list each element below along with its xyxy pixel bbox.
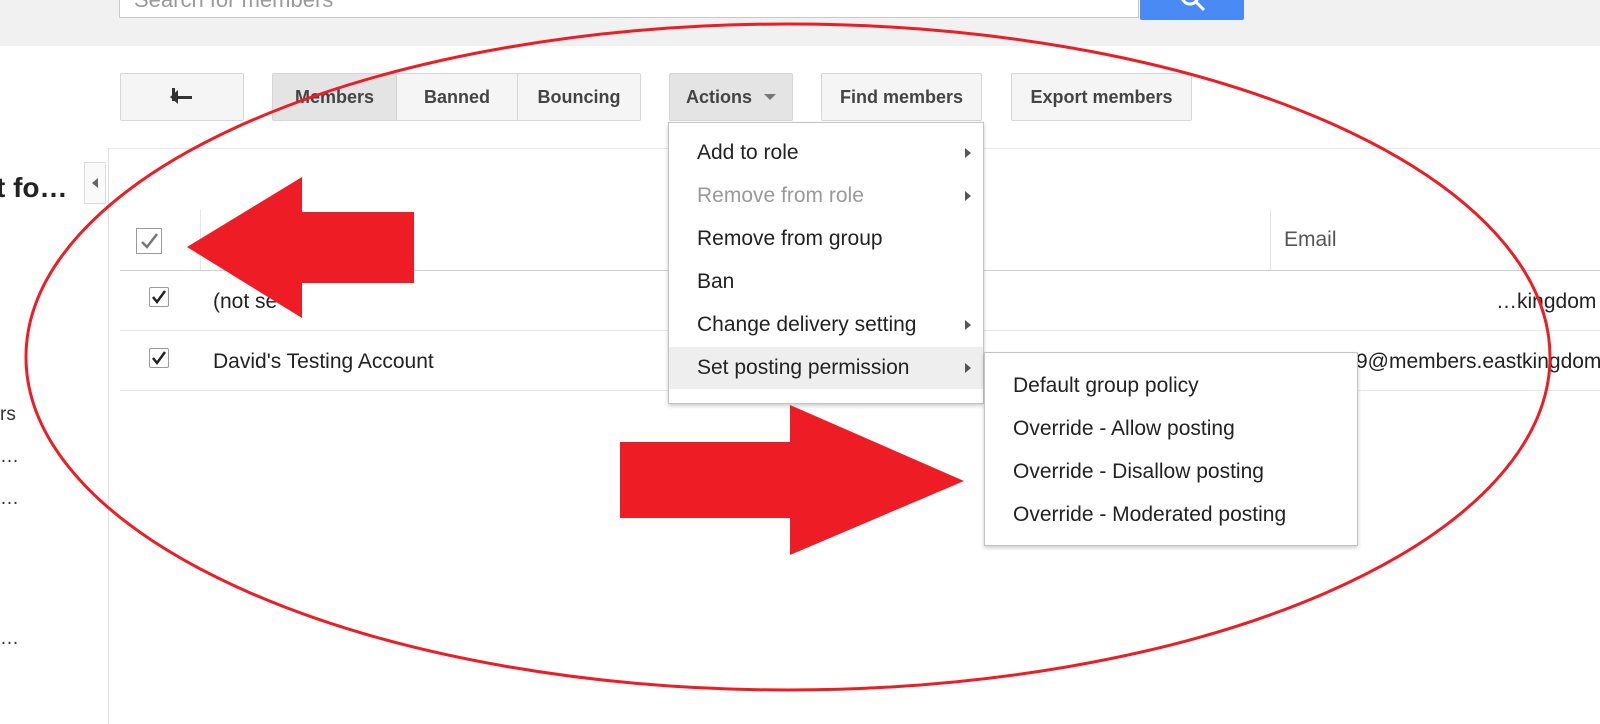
menu-item-label: Add to role <box>697 141 799 164</box>
menu-item-ban[interactable]: Ban <box>669 261 983 303</box>
tab-members[interactable]: Members <box>272 73 396 121</box>
left-panel-item[interactable]: … <box>0 628 19 650</box>
left-panel-item[interactable]: … <box>0 488 19 510</box>
menu-item-remove-from-role: Remove from role <box>669 175 983 217</box>
annotation-arrow-right <box>620 405 964 555</box>
submenu-arrow-icon <box>965 363 971 373</box>
back-arrow-icon <box>170 88 192 104</box>
menu-item-change-delivery-setting[interactable]: Change delivery setting <box>669 304 983 346</box>
left-panel-item[interactable]: rs <box>0 404 16 426</box>
tab-bouncing[interactable]: Bouncing <box>517 73 641 121</box>
posting-permission-submenu: Default group policy Override - Allow po… <box>984 352 1358 546</box>
menu-item-label: Ban <box>697 270 735 293</box>
select-all-checkbox[interactable] <box>136 228 162 254</box>
submenu-item-moderated-posting[interactable]: Override - Moderated posting <box>985 494 1357 536</box>
page: Search for members Members Banned Bounci… <box>0 0 1600 724</box>
export-members-button[interactable]: Export members <box>1011 73 1192 121</box>
member-email: …kingdom <box>1496 290 1597 313</box>
menu-item-label: Remove from group <box>697 227 883 250</box>
left-panel-item[interactable]: … <box>0 446 19 468</box>
column-divider <box>1270 210 1271 270</box>
left-panel-title: t fo… <box>0 172 68 203</box>
collapse-panel-button[interactable] <box>84 162 106 204</box>
actions-menu: Add to role Remove from role Remove from… <box>668 122 984 404</box>
submenu-arrow-icon <box>965 148 971 158</box>
check-icon <box>141 233 158 249</box>
check-icon <box>152 351 167 366</box>
column-divider <box>200 210 201 270</box>
search-input[interactable]: Search for members <box>119 0 1139 18</box>
find-members-button[interactable]: Find members <box>821 73 982 121</box>
column-header-email[interactable]: Email <box>1284 228 1337 252</box>
actions-label: Actions <box>685 86 752 107</box>
submenu-item-allow-posting[interactable]: Override - Allow posting <box>985 408 1357 450</box>
submenu-arrow-icon <box>965 320 971 330</box>
menu-item-label: Change delivery setting <box>697 313 917 336</box>
chevron-left-icon <box>92 178 98 188</box>
back-button[interactable] <box>120 73 244 121</box>
row-checkbox[interactable] <box>149 348 169 368</box>
submenu-arrow-icon <box>965 191 971 201</box>
tab-banned[interactable]: Banned <box>396 73 517 121</box>
menu-item-label: Remove from role <box>697 184 864 207</box>
menu-item-set-posting-permission[interactable]: Set posting permission <box>669 347 983 389</box>
submenu-item-disallow-posting[interactable]: Override - Disallow posting <box>985 451 1357 493</box>
actions-button[interactable]: Actions <box>669 73 793 121</box>
check-icon <box>152 290 167 305</box>
member-email: 9@members.eastkingdom <box>1356 350 1600 373</box>
search-icon <box>1181 0 1206 12</box>
search-button[interactable] <box>1140 0 1244 20</box>
member-name: (not se <box>213 290 278 313</box>
menu-item-label: Set posting permission <box>697 356 910 379</box>
row-checkbox[interactable] <box>149 287 169 307</box>
submenu-item-default-policy[interactable]: Default group policy <box>985 365 1357 407</box>
search-bar: Search for members <box>0 0 1600 46</box>
member-name: David's Testing Account <box>213 350 434 373</box>
menu-item-remove-from-group[interactable]: Remove from group <box>669 218 983 260</box>
caret-down-icon <box>764 94 776 100</box>
menu-item-add-to-role[interactable]: Add to role <box>669 132 983 174</box>
